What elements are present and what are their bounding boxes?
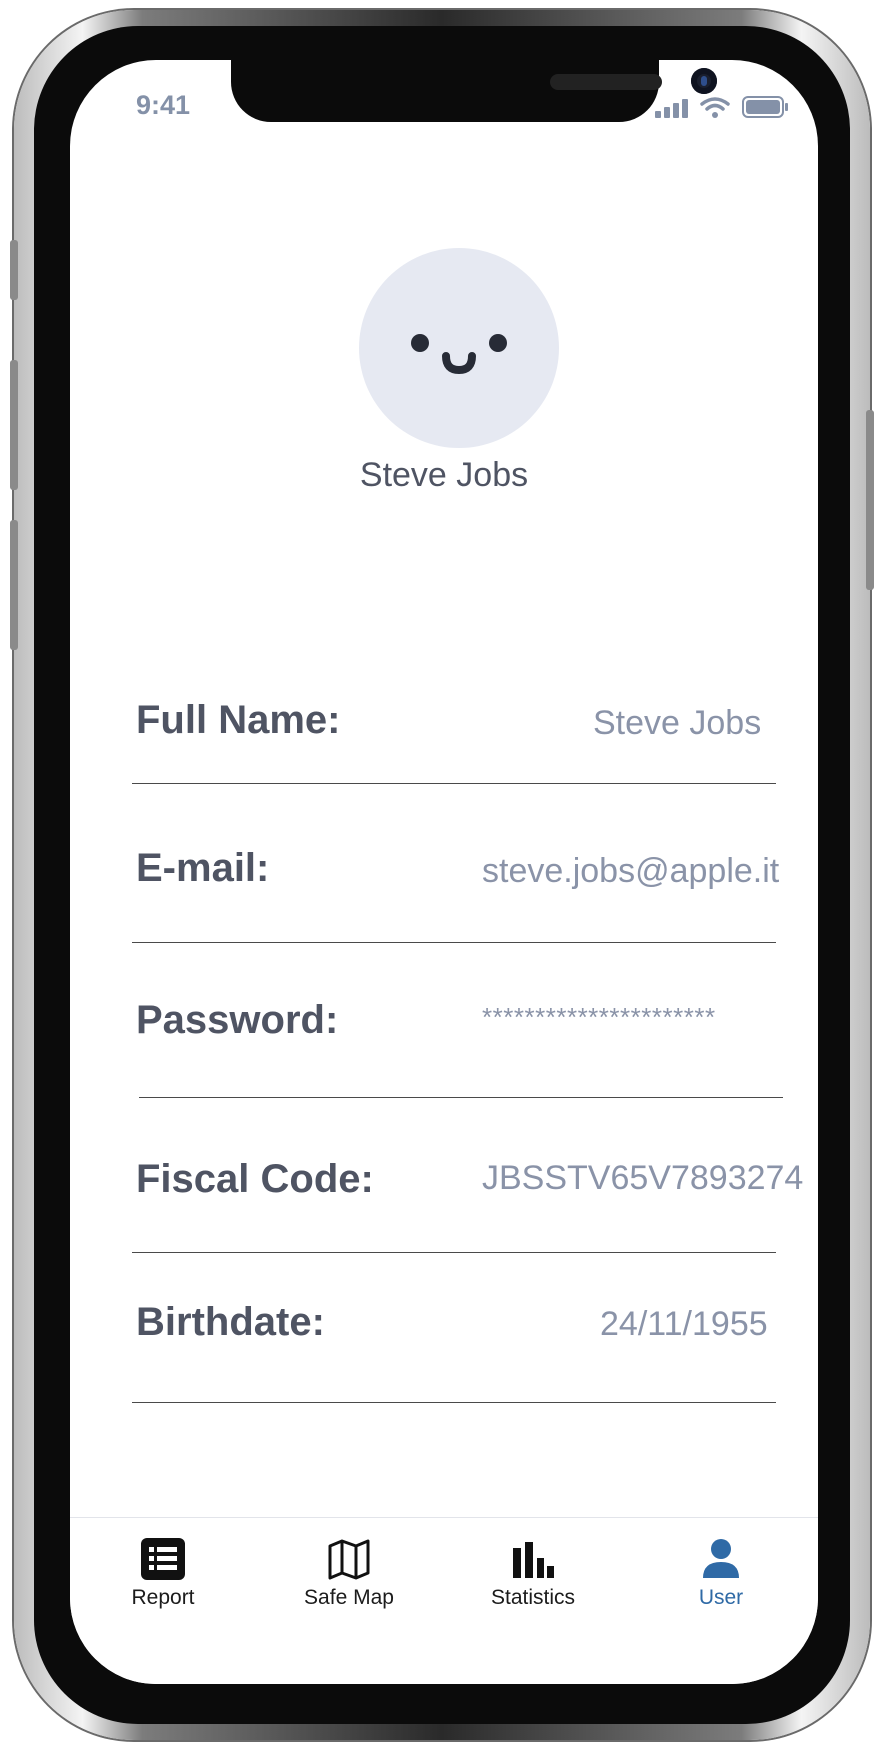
password-label: Password:: [136, 998, 339, 1042]
phone-side-button: [10, 360, 18, 490]
tab-user-label: User: [698, 1586, 744, 1609]
full-name-value[interactable]: Steve Jobs: [593, 704, 761, 743]
tab-safe-map[interactable]: Safe Map: [279, 1538, 419, 1610]
tab-statistics-label: Statistics: [490, 1586, 576, 1609]
email-label: E-mail:: [136, 846, 270, 890]
phone-side-button: [866, 410, 874, 590]
bar-chart-icon: [513, 1542, 554, 1578]
notch: [231, 60, 717, 122]
tab-user[interactable]: User: [651, 1538, 791, 1610]
fiscal-code-label: Fiscal Code:: [136, 1157, 374, 1201]
speaker: [550, 74, 662, 90]
signal-icon: [655, 96, 688, 118]
field-divider: [132, 1402, 776, 1403]
status-time: 9:41: [136, 90, 191, 120]
full-name-label: Full Name:: [136, 698, 341, 742]
birthdate-label: Birthdate:: [136, 1300, 325, 1344]
tab-statistics[interactable]: Statistics: [463, 1538, 603, 1610]
battery-icon: [742, 96, 788, 118]
tab-report[interactable]: Report: [93, 1538, 233, 1610]
fiscal-code-value[interactable]: JBSSTV65V7893274: [482, 1159, 803, 1198]
tab-safe-map-label: Safe Map: [304, 1586, 394, 1609]
tab-report-label: Report: [131, 1586, 195, 1609]
wifi-icon: [700, 97, 730, 118]
email-value[interactable]: steve.jobs@apple.it: [482, 852, 779, 891]
field-divider: [132, 783, 776, 784]
field-divider: [132, 1252, 776, 1253]
status-icons: [655, 96, 788, 118]
avatar[interactable]: [359, 248, 559, 448]
user-icon: [703, 1539, 739, 1578]
field-divider: [132, 942, 776, 943]
list-icon: [141, 1538, 185, 1580]
tab-bar: Report Safe Map Statistics User: [70, 1517, 818, 1684]
phone-side-button: [10, 240, 18, 300]
phone-side-button: [10, 520, 18, 650]
smiley-face-icon: [411, 334, 507, 375]
password-value[interactable]: **********************: [482, 1002, 716, 1033]
birthdate-value[interactable]: 24/11/1955: [600, 1305, 768, 1344]
field-divider: [139, 1097, 783, 1098]
camera-icon: [691, 68, 717, 94]
profile-name: Steve Jobs: [359, 456, 529, 494]
screen: 9:41 Steve Jobs Full Name: Steve Jobs E-…: [70, 60, 818, 1684]
map-icon: [328, 1539, 370, 1580]
